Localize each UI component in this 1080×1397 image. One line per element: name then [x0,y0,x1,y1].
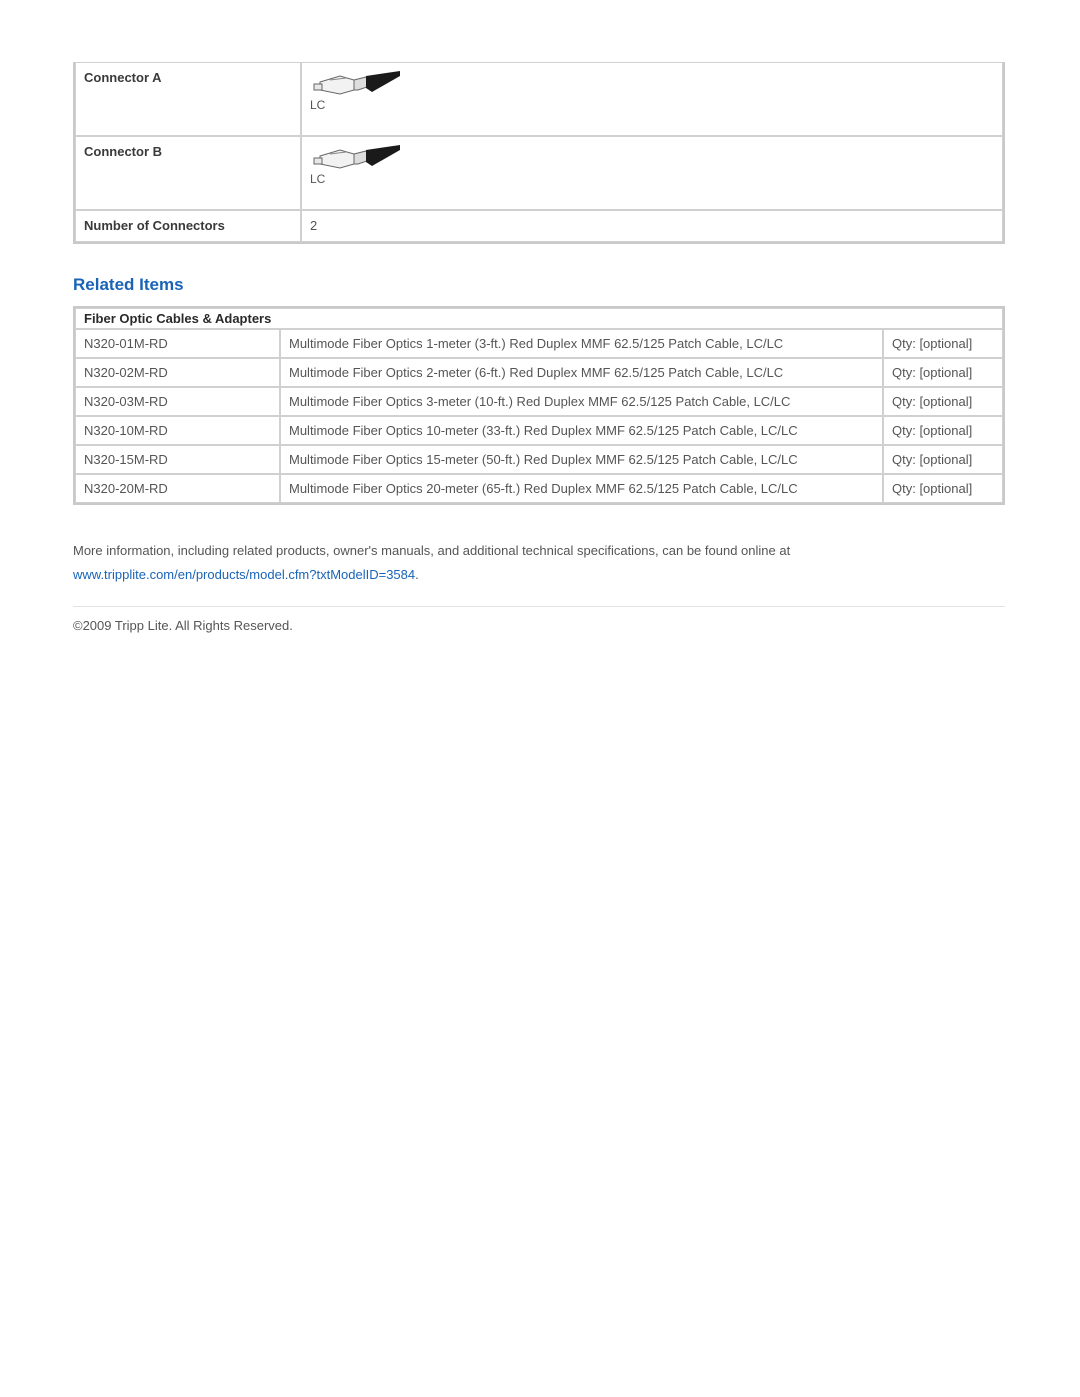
sku-cell: N320-03M-RD [75,387,280,416]
spec-value: LC [301,62,1003,136]
table-row: N320-20M-RD Multimode Fiber Optics 20-me… [75,474,1003,503]
qty-cell: Qty: [optional] [883,387,1003,416]
description-cell: Multimode Fiber Optics 3-meter (10-ft.) … [280,387,883,416]
more-info-paragraph: More information, including related prod… [73,539,1005,587]
lc-connector-icon [313,71,400,95]
related-items-heading: Related Items [73,275,184,294]
description-cell: Multimode Fiber Optics 2-meter (6-ft.) R… [280,358,883,387]
lc-connector-icon [313,145,400,169]
description-cell: Multimode Fiber Optics 20-meter (65-ft.)… [280,474,883,503]
table-row: N320-01M-RD Multimode Fiber Optics 1-met… [75,329,1003,358]
link-suffix: . [415,567,419,582]
copyright-text: ©2009 Tripp Lite. All Rights Reserved. [73,618,293,633]
connector-type: LC [310,172,326,186]
more-info-text: More information, including related prod… [73,543,791,558]
spec-row-connector-a: Connector A LC [75,62,1003,136]
description-cell: Multimode Fiber Optics 1-meter (3-ft.) R… [280,329,883,358]
connector-type: LC [310,98,326,112]
sku-cell: N320-20M-RD [75,474,280,503]
category-header: Fiber Optic Cables & Adapters [75,308,1003,329]
spec-row-connector-b: Connector B LC [75,136,1003,210]
sku-cell: N320-02M-RD [75,358,280,387]
qty-cell: Qty: [optional] [883,416,1003,445]
qty-cell: Qty: [optional] [883,445,1003,474]
spec-label: Number of Connectors [75,210,301,242]
spec-label: Connector B [75,136,301,210]
table-row: N320-10M-RD Multimode Fiber Optics 10-me… [75,416,1003,445]
sku-cell: N320-10M-RD [75,416,280,445]
qty-cell: Qty: [optional] [883,474,1003,503]
qty-cell: Qty: [optional] [883,329,1003,358]
table-row: N320-03M-RD Multimode Fiber Optics 3-met… [75,387,1003,416]
spec-table: Connector A LC Connector B LC Number of … [73,62,1005,244]
spec-label: Connector A [75,62,301,136]
description-cell: Multimode Fiber Optics 15-meter (50-ft.)… [280,445,883,474]
category-row: Fiber Optic Cables & Adapters [75,308,1003,329]
page-content: Connector A LC Connector B LC Number of … [73,62,1005,633]
table-row: N320-15M-RD Multimode Fiber Optics 15-me… [75,445,1003,474]
spec-value: 2 [301,210,1003,242]
model-page-link[interactable]: www.tripplite.com/en/products/model.cfm?… [73,567,415,582]
divider [73,606,1005,607]
description-cell: Multimode Fiber Optics 10-meter (33-ft.)… [280,416,883,445]
qty-cell: Qty: [optional] [883,358,1003,387]
spec-value: LC [301,136,1003,210]
spec-row-number-of-connectors: Number of Connectors 2 [75,210,1003,242]
sku-cell: N320-01M-RD [75,329,280,358]
sku-cell: N320-15M-RD [75,445,280,474]
table-row: N320-02M-RD Multimode Fiber Optics 2-met… [75,358,1003,387]
related-items-table: Fiber Optic Cables & Adapters N320-01M-R… [73,306,1005,505]
